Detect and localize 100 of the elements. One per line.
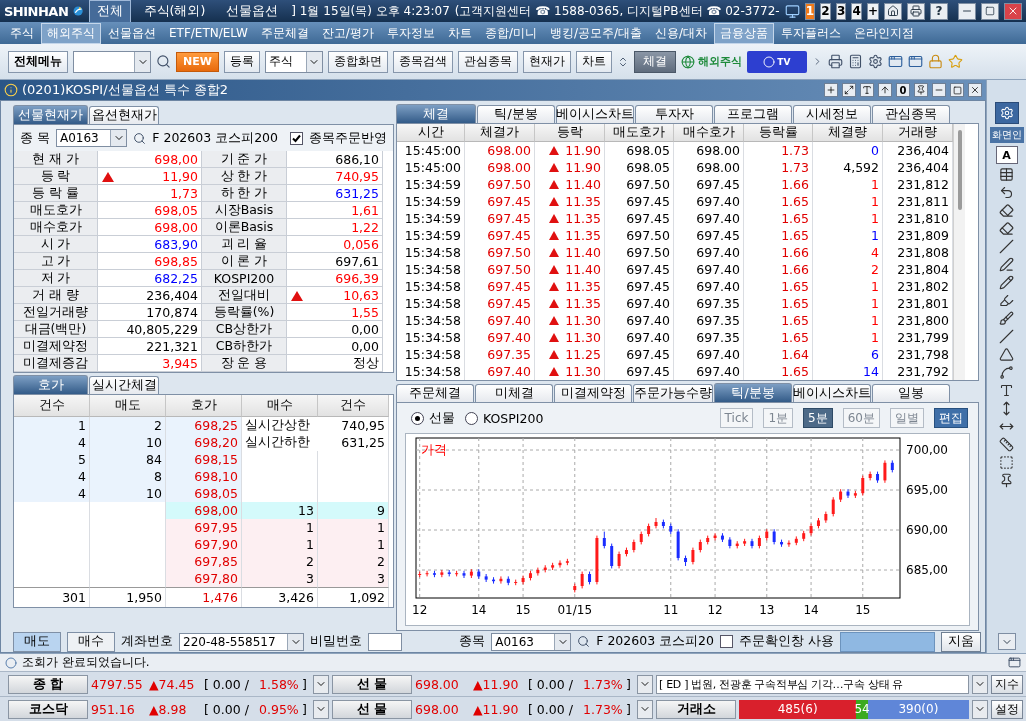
market-select[interactable]: 주식 [264,50,323,73]
help-button[interactable]: ? [930,2,948,20]
top-tab[interactable]: 전체 [88,0,131,23]
shortcut-button[interactable]: 차트 [575,50,612,73]
price-cell[interactable]: 698,05 [166,485,242,502]
price-cell[interactable]: 698,20 [166,434,242,451]
screen-button[interactable]: + [866,2,879,20]
panel-tab[interactable]: 체결 [396,104,476,123]
menu-item[interactable]: 온라인지점 [848,22,921,44]
font-button[interactable]: A [995,146,1018,164]
panel-tab[interactable]: 프로그램 [714,105,792,123]
row-label: KOSPI200 [202,270,287,287]
price-cell[interactable]: 698,25 [166,417,242,434]
ticker-label[interactable]: 선 물 [332,699,412,719]
panel-tab[interactable]: 일봉 [872,384,950,402]
menu-item[interactable]: 잔고/평가 [315,22,380,44]
panel-tab[interactable]: 시세정보 [793,105,871,123]
total-cell: 1,950 [90,587,166,607]
news-ticker[interactable]: [ ED ] 법원, 전광훈 구속적부심 기각…구속 상태 유 [656,674,969,694]
ticker-button[interactable]: 설정 [991,699,1023,719]
menu-item[interactable]: 주식 [4,22,40,44]
ticker-label[interactable]: 선 물 [332,674,412,694]
shortcut-button[interactable]: 종목검색 [392,50,453,73]
top-tab[interactable]: 주식(해외) [135,0,214,23]
panel-tab[interactable]: 실시간체결 [89,376,159,394]
menu-item[interactable]: 투자플러스 [775,22,848,44]
order-side-tab[interactable]: 매수 [67,631,115,652]
period-button[interactable]: 편집 [934,408,968,428]
trade-button[interactable]: 체결 [633,50,676,73]
clear-button[interactable]: 지움 [941,631,981,652]
ticker-rate: 1.73% [583,676,623,692]
axis-label: 700,00 [906,443,948,457]
price-cell[interactable]: 697,90 [166,536,242,553]
panel-tab[interactable]: 투자자 [635,105,713,123]
axis-label: 690,00 [906,523,948,537]
clock-text: ] 1월 15일(목) 오후 4:23:07 [291,2,450,20]
ticker-button[interactable]: 지수 [991,674,1023,694]
overseas-stock-link[interactable]: 해외주식 [680,54,742,69]
price-cell[interactable]: 698,15 [166,451,242,468]
tv-button[interactable]: TV [746,50,807,73]
radio-option[interactable]: KOSPI200 [465,410,544,426]
price-cell[interactable]: 697,85 [166,553,242,570]
ticker-text: ] [626,701,632,717]
panel-tab[interactable]: 미체결 [475,384,553,402]
period-button[interactable]: 5분 [803,408,833,428]
price-cell[interactable]: 698,00 [166,502,242,519]
panel-tab[interactable]: 베이시스차트 [793,384,871,402]
ticker-label[interactable]: 코스닥 [8,699,88,719]
register-button[interactable]: 등록 [223,50,260,73]
screen-button[interactable]: 4 [851,2,862,20]
panel-tab[interactable]: 관심종목 [872,105,950,123]
panel-tab[interactable]: 주문체결 [396,384,474,402]
bar-label: 390(0) [897,701,940,718]
row-label: 미결제약정 [14,338,98,355]
table-cell: 2 [90,417,166,434]
row-label: 매도호가 [14,202,98,219]
radio-option[interactable]: 선물 [411,409,455,427]
panel-tab[interactable]: 옵션현재가 [89,106,159,124]
panel-tab[interactable]: 미결제약정 [554,384,632,402]
top-tab[interactable]: 선물옵션 [218,0,287,23]
menu-item[interactable]: 주문체결 [254,22,315,44]
panel-tab[interactable]: 호가 [13,375,88,394]
ticker-value: 698.00 [415,676,460,692]
price-cell[interactable]: 697,95 [166,519,242,536]
shortcut-button[interactable]: 관심종목 [457,50,518,73]
account-select[interactable]: 220-48-558517 [179,632,304,651]
menu-item[interactable]: 신용/대차 [649,22,714,44]
menu-item[interactable]: 종합/미니 [478,22,543,44]
panel-tab[interactable]: 주문가능수량 [633,384,713,402]
panel-tab[interactable]: 틱/분봉 [477,105,555,123]
ticker-label[interactable]: 거래소 [656,699,736,719]
ticker-label[interactable]: 종 합 [8,674,88,694]
shortcut-button[interactable]: 종합화면 [327,50,388,73]
menu-item[interactable]: ETF/ETN/ELW [163,24,254,42]
menu-item[interactable]: 차트 [441,22,478,44]
column-header: 매도호가 [605,124,674,142]
screen-button[interactable]: 3 [835,2,847,20]
code-field[interactable]: A0163 [491,632,572,651]
panel-tab[interactable]: 베이시스차트 [556,105,634,123]
all-menu-button[interactable]: 전체메뉴 [8,50,68,73]
menu-item[interactable]: 뱅킹/공모주/대출 [543,22,648,44]
shortcut-button[interactable]: 현재가 [522,50,571,73]
price-cell[interactable]: 698,10 [166,468,242,485]
row-label: CB하한가 [202,338,287,355]
table-cell: 3 [242,570,318,587]
row-label: 등 락 률 [14,185,98,202]
row-label: 전일대비 [202,287,287,304]
menu-item[interactable]: 투자정보 [380,22,441,44]
code-field[interactable]: A0163 [56,129,128,147]
axis-label: 01/15 [557,603,593,617]
screen-button[interactable]: 2 [820,2,831,20]
row-label: 매수호가 [14,219,98,236]
zero-button[interactable]: 0 [896,83,910,97]
chart-title: 가격 [421,442,447,457]
panel-tab[interactable]: 선물현재가 [13,105,88,124]
menu-item[interactable]: 선물옵션 [102,22,162,44]
order-side-tab[interactable]: 매도 [13,631,61,652]
panel-tab[interactable]: 틱/분봉 [714,383,792,402]
price-cell[interactable]: 697,80 [166,570,242,587]
ticker-text: [ 0.00 / [528,701,574,717]
